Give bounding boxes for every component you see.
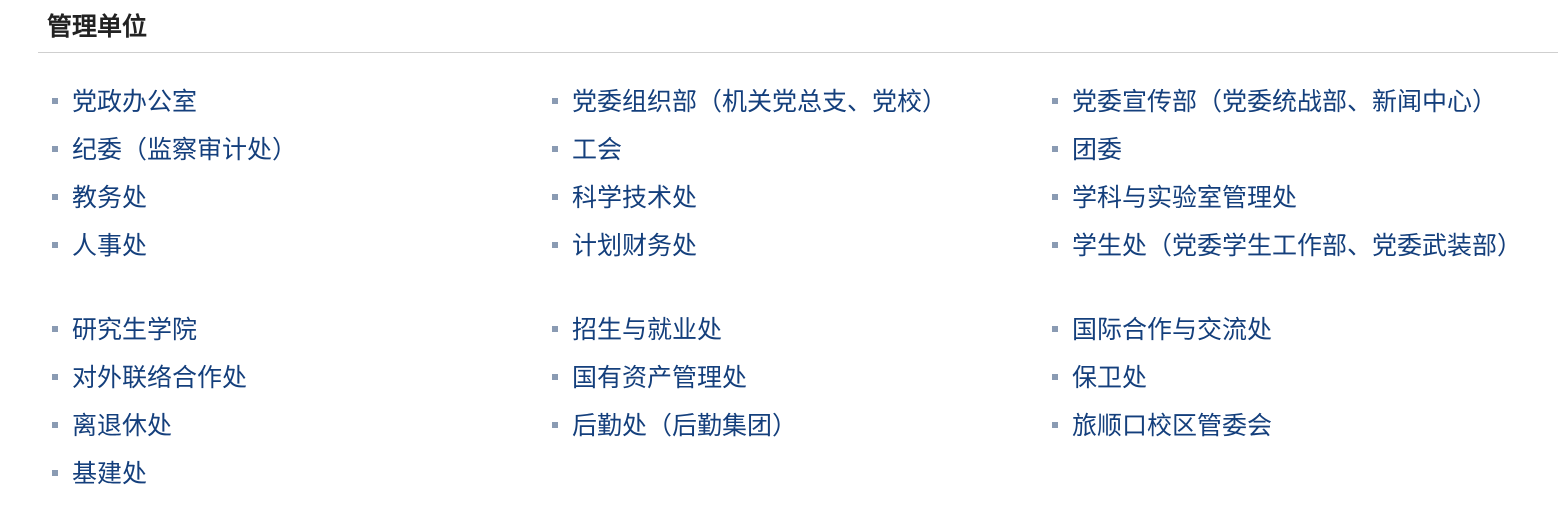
list-item: 党委组织部（机关党总支、党校） — [550, 84, 1030, 120]
list-item: 旅顺口校区管委会 — [1050, 408, 1542, 444]
square-bullet-icon — [1052, 194, 1058, 200]
unit-link[interactable]: 招生与就业处 — [572, 315, 722, 344]
square-bullet-icon — [552, 194, 558, 200]
unit-link[interactable]: 教务处 — [72, 183, 147, 212]
square-bullet-icon — [1052, 242, 1058, 248]
square-bullet-icon — [52, 326, 58, 332]
list-item: 党委宣传部（党委统战部、新闻中心） — [1050, 84, 1542, 120]
unit-column-3: 党委宣传部（党委统战部、新闻中心） 团委 学科与实验室管理处 学生处（党委学生工… — [1050, 84, 1550, 456]
list-item: 人事处 — [50, 228, 530, 300]
square-bullet-icon — [552, 374, 558, 380]
unit-link[interactable]: 对外联络合作处 — [72, 363, 247, 392]
list-item: 工会 — [550, 132, 1030, 168]
list-item: 团委 — [1050, 132, 1542, 168]
square-bullet-icon — [52, 470, 58, 476]
list-item: 学科与实验室管理处 — [1050, 180, 1542, 216]
unit-link[interactable]: 后勤处（后勤集团） — [572, 411, 797, 440]
unit-link[interactable]: 国际合作与交流处 — [1072, 315, 1272, 344]
unit-link[interactable]: 工会 — [572, 135, 622, 164]
section-header: 管理单位 — [38, 0, 1558, 53]
unit-link[interactable]: 国有资产管理处 — [572, 363, 747, 392]
unit-link[interactable]: 基建处 — [72, 459, 147, 488]
section-title: 管理单位 — [47, 12, 148, 41]
unit-link[interactable]: 学科与实验室管理处 — [1072, 183, 1297, 212]
list-item: 教务处 — [50, 180, 530, 216]
list-item: 国际合作与交流处 — [1050, 312, 1542, 348]
unit-link[interactable]: 研究生学院 — [72, 315, 197, 344]
unit-link[interactable]: 党委组织部（机关党总支、党校） — [572, 87, 947, 116]
list-item: 后勤处（后勤集团） — [550, 408, 1030, 444]
square-bullet-icon — [52, 194, 58, 200]
list-item: 纪委（监察审计处） — [50, 132, 530, 168]
unit-column-1: 党政办公室 纪委（监察审计处） 教务处 人事处 研究生学院 对外联络合作处 离退… — [50, 84, 530, 504]
list-item: 科学技术处 — [550, 180, 1030, 216]
square-bullet-icon — [52, 98, 58, 104]
square-bullet-icon — [52, 146, 58, 152]
square-bullet-icon — [552, 422, 558, 428]
square-bullet-icon — [52, 374, 58, 380]
list-item: 招生与就业处 — [550, 312, 1030, 348]
square-bullet-icon — [1052, 98, 1058, 104]
unit-link[interactable]: 学生处（党委学生工作部、党委武装部） — [1072, 231, 1522, 260]
list-item: 保卫处 — [1050, 360, 1542, 396]
unit-link[interactable]: 计划财务处 — [572, 231, 697, 260]
square-bullet-icon — [1052, 146, 1058, 152]
list-item: 国有资产管理处 — [550, 360, 1030, 396]
unit-link[interactable]: 党委宣传部（党委统战部、新闻中心） — [1072, 87, 1497, 116]
square-bullet-icon — [552, 146, 558, 152]
list-item: 对外联络合作处 — [50, 360, 530, 396]
list-item: 学生处（党委学生工作部、党委武装部） — [1050, 228, 1542, 300]
square-bullet-icon — [1052, 326, 1058, 332]
unit-link[interactable]: 离退休处 — [72, 411, 172, 440]
square-bullet-icon — [552, 242, 558, 248]
square-bullet-icon — [552, 326, 558, 332]
unit-link[interactable]: 团委 — [1072, 135, 1122, 164]
list-item: 研究生学院 — [50, 312, 530, 348]
list-item: 计划财务处 — [550, 228, 1030, 300]
list-item: 党政办公室 — [50, 84, 530, 120]
square-bullet-icon — [52, 242, 58, 248]
square-bullet-icon — [552, 98, 558, 104]
list-item: 离退休处 — [50, 408, 530, 444]
square-bullet-icon — [1052, 422, 1058, 428]
unit-link[interactable]: 科学技术处 — [572, 183, 697, 212]
square-bullet-icon — [1052, 374, 1058, 380]
unit-column-2: 党委组织部（机关党总支、党校） 工会 科学技术处 计划财务处 招生与就业处 国有… — [550, 84, 1030, 456]
unit-link[interactable]: 旅顺口校区管委会 — [1072, 411, 1272, 440]
list-item: 基建处 — [50, 456, 530, 492]
unit-link[interactable]: 党政办公室 — [72, 87, 197, 116]
square-bullet-icon — [52, 422, 58, 428]
unit-link[interactable]: 纪委（监察审计处） — [72, 135, 297, 164]
unit-link[interactable]: 保卫处 — [1072, 363, 1147, 392]
unit-link[interactable]: 人事处 — [72, 231, 147, 260]
